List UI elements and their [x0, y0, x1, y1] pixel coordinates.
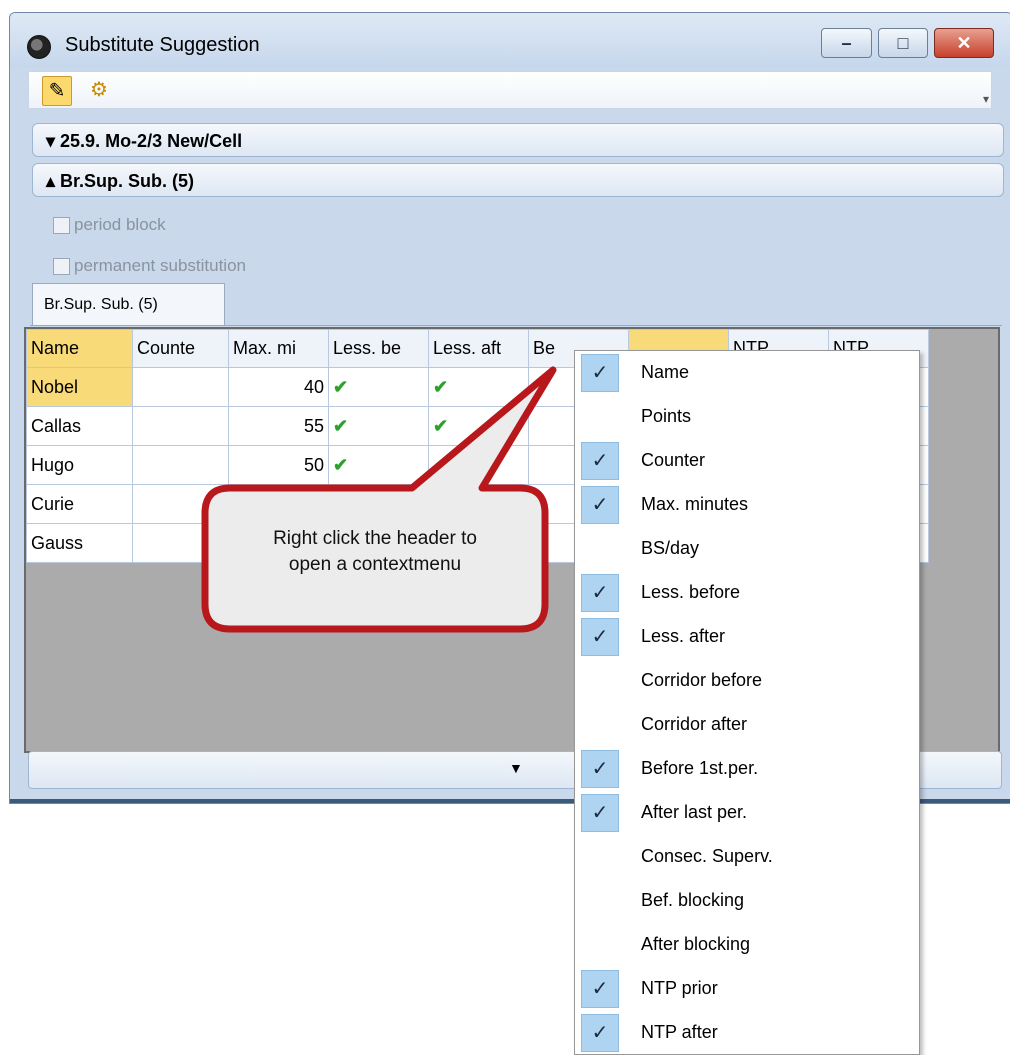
- check-mark-icon: [581, 882, 619, 920]
- menu-item-points[interactable]: Points: [579, 397, 915, 439]
- menu-item-label: Bef. blocking: [641, 890, 745, 910]
- menu-item-max-minutes[interactable]: Max. minutes: [579, 485, 915, 527]
- menu-item-label: BS/day: [641, 538, 700, 558]
- menu-item-ntp-after[interactable]: NTP after: [579, 1013, 915, 1055]
- menu-item-label: After blocking: [641, 934, 751, 954]
- check-mark-icon: [581, 618, 619, 656]
- menu-item-label: After last per.: [641, 802, 748, 822]
- check-mark-icon: [581, 750, 619, 788]
- menu-item-name[interactable]: Name: [579, 353, 915, 395]
- menu-item-label: Corridor before: [641, 670, 763, 690]
- check-mark-icon: [581, 530, 619, 568]
- callout-shape: [201, 366, 557, 633]
- callout-text: Right click the header to open a context…: [212, 526, 538, 578]
- menu-item-less-before[interactable]: Less. before: [579, 573, 915, 615]
- menu-item-after-last-period[interactable]: After last per.: [579, 793, 915, 835]
- check-mark-icon: [581, 970, 619, 1008]
- menu-item-label: Counter: [641, 450, 706, 470]
- check-mark-icon: [581, 706, 619, 744]
- menu-item-bs-day[interactable]: BS/day: [579, 529, 915, 571]
- menu-item-label: NTP prior: [641, 978, 718, 998]
- menu-item-ntp-prior[interactable]: NTP prior: [579, 969, 915, 1011]
- check-mark-icon: [581, 574, 619, 612]
- column-context-menu: Name Points Counter Max. minutes BS/day …: [574, 350, 920, 1055]
- menu-item-consec-superv[interactable]: Consec. Superv.: [579, 837, 915, 879]
- menu-item-label: NTP after: [641, 1022, 718, 1042]
- menu-item-corridor-after[interactable]: Corridor after: [579, 705, 915, 747]
- check-mark-icon: [581, 794, 619, 832]
- menu-item-label: Less. after: [641, 626, 726, 646]
- menu-item-after-blocking[interactable]: After blocking: [579, 925, 915, 967]
- menu-item-before-first-period[interactable]: Before 1st.per.: [579, 749, 915, 791]
- check-mark-icon: [581, 354, 619, 392]
- callout-line-1: Right click the header to: [273, 528, 477, 549]
- check-mark-icon: [581, 926, 619, 964]
- menu-item-bef-blocking[interactable]: Bef. blocking: [579, 881, 915, 923]
- check-mark-icon: [581, 442, 619, 480]
- menu-item-less-after[interactable]: Less. after: [579, 617, 915, 659]
- check-mark-icon: [581, 398, 619, 436]
- callout-line-2: open a contextmenu: [288, 554, 462, 575]
- menu-item-corridor-before[interactable]: Corridor before: [579, 661, 915, 703]
- menu-item-label: Corridor after: [641, 714, 748, 734]
- check-mark-icon: [581, 662, 619, 700]
- check-mark-icon: [581, 1014, 619, 1052]
- check-mark-icon: [581, 838, 619, 876]
- menu-item-label: Points: [641, 406, 692, 426]
- menu-item-counter[interactable]: Counter: [579, 441, 915, 483]
- menu-item-label: Name: [641, 362, 690, 382]
- menu-item-label: Consec. Superv.: [641, 846, 773, 866]
- menu-item-label: Less. before: [641, 582, 741, 602]
- check-mark-icon: [581, 486, 619, 524]
- menu-item-label: Max. minutes: [641, 494, 749, 514]
- menu-item-label: Before 1st.per.: [641, 758, 759, 778]
